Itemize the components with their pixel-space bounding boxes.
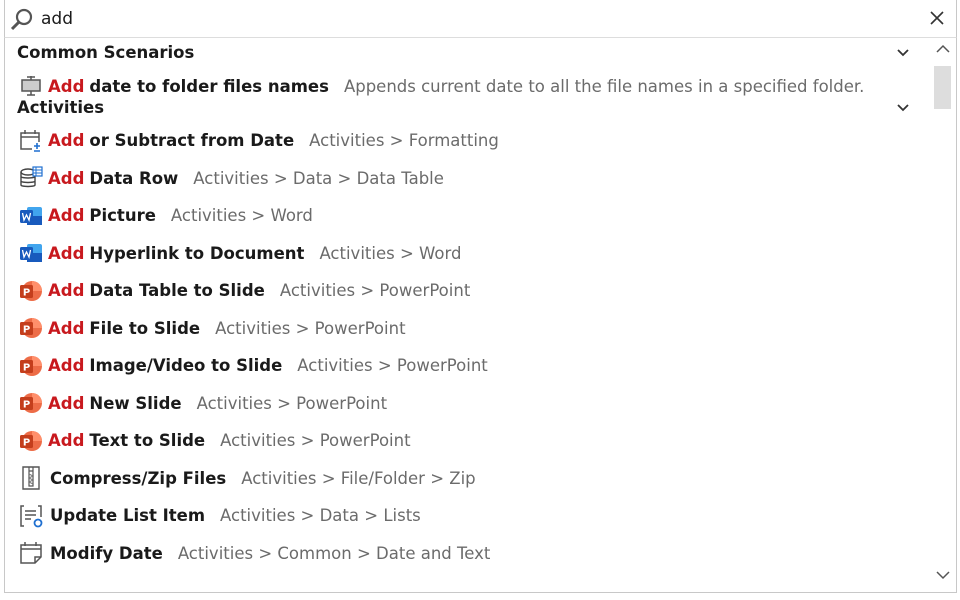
match-text: Add xyxy=(48,243,85,263)
match-text: Add xyxy=(48,76,85,96)
item-title: Update List Item xyxy=(50,506,206,525)
item-description: Activities > PowerPoint xyxy=(196,393,388,413)
item-description: Activities > Formatting xyxy=(309,131,499,150)
result-item[interactable]: Add Data Row Activities > Data > Data Tabl… xyxy=(5,160,930,196)
svg-text:P: P xyxy=(23,287,30,298)
scroll-down-icon[interactable] xyxy=(936,570,950,580)
powerpoint-icon: P xyxy=(17,314,45,342)
collapse-section-button[interactable] xyxy=(893,43,913,63)
match-text: Add xyxy=(48,281,85,300)
result-item[interactable]: P Add New Slide Activities > PowerPoint xyxy=(5,385,930,421)
result-item[interactable]: Add Hyperlink to Document Activities > Wor… xyxy=(5,235,930,271)
search-input[interactable] xyxy=(41,6,901,32)
word-icon xyxy=(17,202,45,230)
powerpoint-icon: P xyxy=(17,277,45,305)
item-description: Activities > Word xyxy=(319,243,462,263)
result-item[interactable]: P Add File to Slide Activities > PowerPoint xyxy=(5,310,930,346)
close-icon[interactable] xyxy=(928,9,946,27)
powerpoint-icon: P xyxy=(17,352,45,380)
chevron-down-icon xyxy=(897,103,909,111)
item-title: Text to Slide xyxy=(89,431,206,450)
calendar-icon xyxy=(17,539,45,567)
match-text: Add xyxy=(48,356,85,375)
result-item[interactable]: Add date to folder files names Appends cur… xyxy=(5,68,930,104)
match-text: Add xyxy=(48,206,85,225)
word-icon xyxy=(17,239,45,267)
result-item[interactable]: Add Picture Activities > Word xyxy=(5,198,930,234)
svg-text:P: P xyxy=(23,400,30,411)
match-text: Add xyxy=(48,393,85,413)
item-description: Activities > Common > Date and Text xyxy=(177,543,491,563)
list-update-icon xyxy=(17,502,45,530)
item-description: Appends current date to all the file nam… xyxy=(343,76,865,96)
result-item[interactable]: P Add Image/Video to Slide Activities > Pow… xyxy=(5,348,930,384)
search-results-popup: Common Scenarios Add date to folder files … xyxy=(4,37,957,593)
section-header: Activities xyxy=(17,97,105,117)
zip-icon xyxy=(17,464,45,492)
item-description: Activities > Data > Lists xyxy=(220,506,421,525)
scrollbar[interactable] xyxy=(930,38,956,592)
section-header: Common Scenarios xyxy=(17,43,195,62)
result-item[interactable]: Add or Subtract from Date Activities > For… xyxy=(5,123,930,159)
scroll-up-icon[interactable] xyxy=(936,44,950,54)
item-description: Activities > PowerPoint xyxy=(215,318,406,338)
search-bar xyxy=(4,0,957,38)
item-title: File to Slide xyxy=(89,318,201,338)
collapse-section-button[interactable] xyxy=(893,98,913,118)
powerpoint-icon: P xyxy=(17,427,45,455)
item-title: or Subtract from Date xyxy=(89,131,295,150)
item-description: Activities > PowerPoint xyxy=(279,281,471,300)
item-description: Activities > Data > Data Table xyxy=(193,168,444,188)
database-table-icon xyxy=(17,164,45,192)
match-text: Add xyxy=(48,318,85,338)
item-title: Compress/Zip Files xyxy=(50,468,227,488)
item-title: Data Row xyxy=(89,168,179,188)
result-item[interactable]: P Add Text to Slide Activities > PowerPoint xyxy=(5,423,930,459)
item-description: Activities > Word xyxy=(170,206,313,225)
item-title: Image/Video to Slide xyxy=(89,356,283,375)
search-icon xyxy=(10,8,33,31)
result-item[interactable]: Modify Date Activities > Common > Date an… xyxy=(5,535,930,571)
result-item[interactable]: Compress/Zip Files Activities > File/Fold… xyxy=(5,460,930,496)
match-text: Add xyxy=(48,431,85,450)
item-title: Modify Date xyxy=(50,543,163,563)
item-title: Picture xyxy=(89,206,156,225)
result-item[interactable]: P Add Data Table to Slide Activities > Powe… xyxy=(5,273,930,309)
svg-text:P: P xyxy=(23,362,30,373)
item-title: Hyperlink to Document xyxy=(89,243,305,263)
item-description: Activities > File/Folder > Zip xyxy=(241,468,476,488)
item-title: date to folder files names xyxy=(89,76,329,96)
item-description: Activities > PowerPoint xyxy=(220,431,411,450)
item-description: Activities > PowerPoint xyxy=(297,356,488,375)
item-title: New Slide xyxy=(89,393,182,413)
match-text: Add xyxy=(48,131,85,150)
item-title: Data Table to Slide xyxy=(89,281,265,300)
svg-text:P: P xyxy=(23,325,30,336)
calendar-add-icon xyxy=(17,127,45,155)
powerpoint-icon: P xyxy=(17,389,45,417)
scrollbar-thumb[interactable] xyxy=(934,66,951,109)
match-text: Add xyxy=(48,168,85,188)
result-item[interactable]: Update List Item Activities > Data > List… xyxy=(5,498,930,534)
svg-text:P: P xyxy=(23,437,30,448)
chevron-down-icon xyxy=(897,49,909,57)
